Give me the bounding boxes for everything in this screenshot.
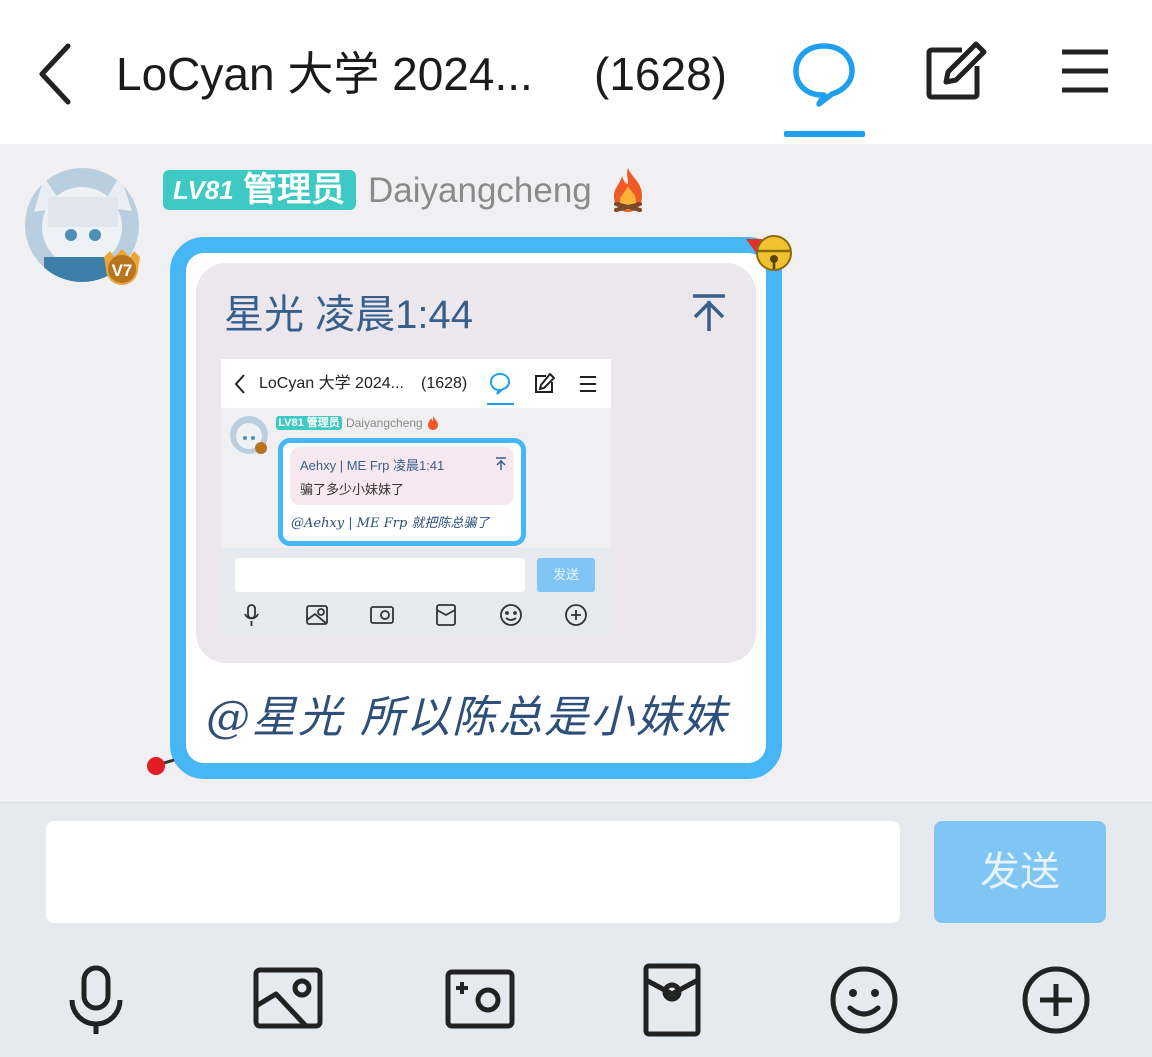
mini-top-bar: LoCyan 大学 2024... (1628) [221,359,611,408]
camera-button[interactable] [442,962,518,1038]
edit-button[interactable] [918,38,990,110]
mini-chat-icon [489,372,511,395]
hamburger-menu-icon [1062,49,1108,93]
mini-back-icon [234,374,245,394]
more-button[interactable] [1018,962,1094,1038]
top-bar: LoCyan 大学 2024... (1628) [0,0,1152,144]
quoted-reply-card[interactable]: 星光 凌晨1:44 LoCyan 大学 2024... (1628) LV81 … [196,263,756,663]
quote-author-time: 星光 凌晨1:44 [224,293,473,337]
emoji-icon [830,966,898,1034]
active-tab-indicator [784,131,865,137]
chat-bubble-icon [793,43,855,107]
red-packet-button[interactable] [634,962,710,1038]
mini-message-bubble: Aehxy | ME Frp 凌晨1:41 骗了多少小妹妹了 @Aehxy | … [278,438,526,546]
mini-menu-icon [580,376,596,392]
mini-sender-name: Daiyangcheng [346,416,423,430]
send-button[interactable]: 发送 [934,821,1106,923]
chat-tab[interactable] [788,38,860,110]
bubble-tail-dot-icon [147,757,175,775]
mini-send-button: 发送 [537,558,595,592]
vip-badge-text: V7 [112,261,133,280]
message-input[interactable] [46,821,900,923]
mini-jump-icon [496,457,506,470]
image-button[interactable] [250,962,326,1038]
mini-quote-header: Aehxy | ME Frp 凌晨1:41 [300,458,445,473]
camera-icon [445,969,515,1029]
message-text: @星光 所以陈总是小妹妹 [206,692,728,743]
menu-button[interactable] [1050,38,1122,110]
mini-level-badge: LV81 管理员 [276,416,342,430]
jump-to-quote-icon[interactable] [690,293,728,333]
plus-icon [1022,966,1090,1034]
red-packet-icon [643,963,701,1037]
mini-quote-body: 骗了多少小妹妹了 [300,482,405,497]
mini-quote-card: Aehxy | ME Frp 凌晨1:41 骗了多少小妹妹了 [290,447,514,505]
group-title: LoCyan 大学 2024... [116,48,533,100]
sender-avatar[interactable]: V7 [24,167,142,285]
mini-toolbar-icons [244,604,587,626]
mini-member-count: (1628) [421,375,468,392]
edit-icon [926,41,987,100]
level-label: LV81 [173,175,234,205]
mini-input-area: 发送 [221,548,611,637]
mini-edit-icon [535,373,555,393]
member-count: (1628) [594,48,727,100]
mini-title: LoCyan 大学 2024... [259,375,404,392]
sender-name[interactable]: Daiyangcheng [368,168,592,214]
emoji-button[interactable] [826,962,902,1038]
back-arrow-icon [39,43,71,105]
vip-badge-icon: V7 [104,249,140,285]
mini-fire-icon [428,416,438,430]
voice-button[interactable] [58,962,134,1038]
mini-input-field [235,558,525,592]
mini-tab-indicator [487,403,514,405]
fire-icon [614,168,642,212]
mini-avatar [230,416,268,454]
bell-decoration-icon [746,235,792,271]
mini-message-text: @Aehxy | ME Frp 就把陈总骗了 [291,516,490,531]
level-badge: LV81 管理员 [163,170,356,210]
role-label: 管理员 [243,171,345,209]
back-button[interactable] [30,36,82,112]
image-icon [253,967,323,1029]
microphone-icon [69,965,123,1034]
quoted-screenshot-image[interactable]: LoCyan 大学 2024... (1628) LV81 管理员 Daiyan… [221,359,611,637]
